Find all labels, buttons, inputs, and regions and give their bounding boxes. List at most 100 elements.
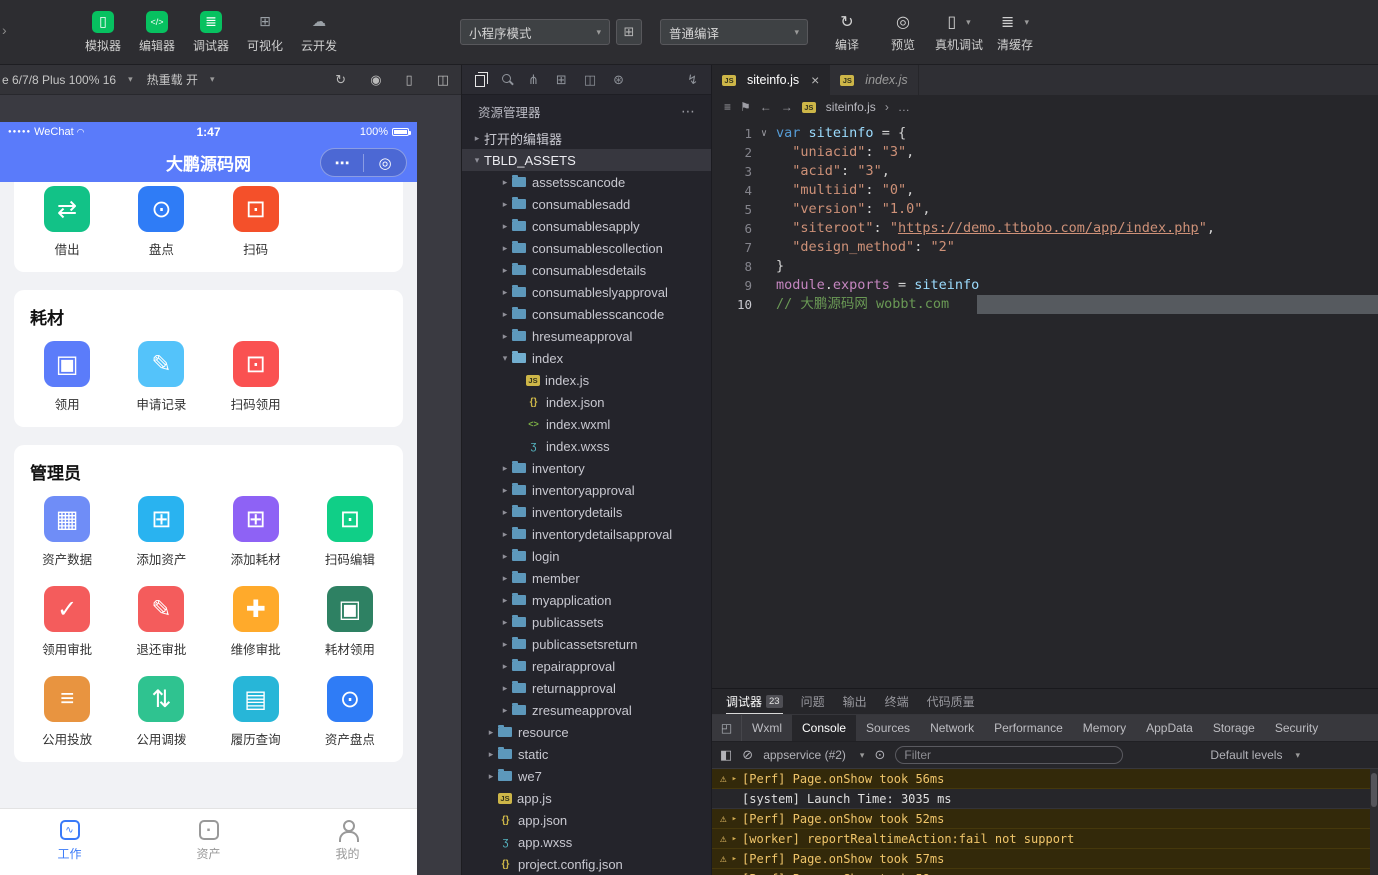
tree-item-consumablesapply[interactable]: ▸consumablesapply [462, 215, 711, 237]
tree-item-consumableslyapproval[interactable]: ▸consumableslyapproval [462, 281, 711, 303]
devtools-tab-Network[interactable]: Network [920, 715, 984, 741]
devtools-tab-Console[interactable]: Console [792, 715, 856, 741]
phone-icon[interactable]: ▯ [406, 72, 413, 88]
console-sidebar-icon[interactable]: ◧ [720, 747, 732, 763]
app-item-扫码[interactable]: ⊡扫码 [209, 186, 303, 258]
record-icon[interactable]: ◉ [370, 72, 381, 88]
file-app.js[interactable]: JSapp.js [462, 787, 711, 809]
panel-tab-终端[interactable]: 终端 [885, 689, 909, 714]
hot-reload-toggle[interactable]: 热重载 开 ▾ [147, 71, 215, 88]
app-item-领用审批[interactable]: ✓领用审批 [20, 586, 114, 658]
expand-icon[interactable]: ▸ [732, 854, 737, 864]
expand-icon[interactable]: ▸ [732, 834, 737, 844]
app-item-扫码编辑[interactable]: ⊡扫码编辑 [303, 496, 397, 568]
split-editor-icon[interactable]: ◫ [584, 72, 596, 88]
rotate-icon[interactable]: ↻ [335, 72, 346, 88]
execution-context-select[interactable]: appservice (#2) ▾ [763, 748, 864, 762]
app-item-资产数据[interactable]: ▦资产数据 [20, 496, 114, 568]
device-select[interactable]: e 6/7/8 Plus 100% 16 ▾ [2, 73, 133, 87]
devtools-tab-Wxml[interactable]: Wxml [742, 715, 792, 741]
file-app.json[interactable]: {}app.json [462, 809, 711, 831]
layout-grid-button[interactable]: ⊞ [616, 19, 642, 45]
editor-tab-index.js[interactable]: JSindex.js [830, 65, 918, 95]
tabbar-item-资产[interactable]: ▪资产 [139, 809, 278, 875]
search-icon[interactable] [502, 76, 511, 83]
tree-item-publicassets[interactable]: ▸publicassets [462, 611, 711, 633]
app-item-盘点[interactable]: ⊙盘点 [114, 186, 208, 258]
tree-item-repairapproval[interactable]: ▸repairapproval [462, 655, 711, 677]
tree-item-resource[interactable]: ▸resource [462, 721, 711, 743]
eye-icon[interactable]: ⊙ [874, 747, 885, 763]
expand-icon[interactable]: ▸ [732, 814, 737, 824]
git-branch-icon[interactable]: ⋔ [528, 72, 539, 88]
compile-mode-select[interactable]: 普通编译 ▾ [660, 19, 808, 45]
action-编译[interactable]: ↻编译 [822, 11, 872, 53]
tree-item-inventoryapproval[interactable]: ▸inventoryapproval [462, 479, 711, 501]
tree-item-assetsscancode[interactable]: ▸assetsscancode [462, 171, 711, 193]
tree-item-zresumeapproval[interactable]: ▸zresumeapproval [462, 699, 711, 721]
tree-item-static[interactable]: ▸static [462, 743, 711, 765]
tree-item-we7[interactable]: ▸we7 [462, 765, 711, 787]
panel-tab-代码质量[interactable]: 代码质量 [927, 689, 975, 714]
app-item-扫码领用[interactable]: ⊡扫码领用 [209, 341, 303, 413]
toolbar-button-调试器[interactable]: ≣调试器 [186, 11, 236, 54]
tree-item-打开的编辑器[interactable]: ▸打开的编辑器 [462, 127, 711, 149]
nav-back-icon[interactable]: ← [760, 100, 772, 114]
tree-item-consumablesadd[interactable]: ▸consumablesadd [462, 193, 711, 215]
console-log-row[interactable]: ⚠▸[Perf] Page.onShow took 58ms [712, 869, 1378, 875]
toolbar-button-可视化[interactable]: ⊞可视化 [240, 11, 290, 54]
tree-item-member[interactable]: ▸member [462, 567, 711, 589]
inspect-element-icon[interactable]: ◰ [712, 715, 742, 741]
toolbar-button-编辑器[interactable]: </>编辑器 [132, 11, 182, 54]
app-item-履历查询[interactable]: ▤履历查询 [209, 676, 303, 748]
mode-select[interactable]: 小程序模式 ▾ [460, 19, 610, 45]
tree-item-publicassetsreturn[interactable]: ▸publicassetsreturn [462, 633, 711, 655]
devtools-tab-Performance[interactable]: Performance [984, 715, 1073, 741]
code-url-link[interactable]: https://demo.ttbobo.com/app/index.php [898, 220, 1199, 236]
app-item-退还审批[interactable]: ✎退还审批 [114, 586, 208, 658]
tree-item-inventory[interactable]: ▸inventory [462, 457, 711, 479]
tree-item-returnapproval[interactable]: ▸returnapproval [462, 677, 711, 699]
breadcrumb-ellipsis[interactable]: … [898, 100, 910, 114]
toolbar-button-模拟器[interactable]: ▯模拟器 [78, 11, 128, 54]
log-levels-select[interactable]: Default levels ▾ [1210, 748, 1300, 762]
tree-item-inventorydetailsapproval[interactable]: ▸inventorydetailsapproval [462, 523, 711, 545]
panel-tab-输出[interactable]: 输出 [843, 689, 867, 714]
file-index.json[interactable]: {}index.json [462, 391, 711, 413]
console-filter-input[interactable] [895, 746, 1123, 764]
editor-tab-siteinfo.js[interactable]: JSsiteinfo.js× [712, 65, 830, 95]
panel-tab-调试器[interactable]: 调试器23 [726, 689, 783, 714]
tree-item-hresumeapproval[interactable]: ▸hresumeapproval [462, 325, 711, 347]
console-log-row[interactable]: ⚠▸[Perf] Page.onShow took 56ms [712, 769, 1378, 789]
console-log-row[interactable]: [system] Launch Time: 3035 ms [712, 789, 1378, 809]
toolbar-button-云开发[interactable]: ☁云开发 [294, 11, 344, 54]
file-index.wxss[interactable]: ʒindex.wxss [462, 435, 711, 457]
devtools-tab-Memory[interactable]: Memory [1073, 715, 1136, 741]
more-actions-icon[interactable]: ⋯ [681, 103, 695, 120]
windows-icon[interactable]: ◫ [437, 72, 449, 88]
file-project.config.json[interactable]: {}project.config.json [462, 853, 711, 875]
expand-icon[interactable]: ▸ [732, 774, 737, 784]
panel-tab-问题[interactable]: 问题 [801, 689, 825, 714]
nav-forward-icon[interactable]: → [781, 100, 793, 114]
devtools-tab-Storage[interactable]: Storage [1203, 715, 1265, 741]
tree-item-index[interactable]: ▾index [462, 347, 711, 369]
file-app.wxss[interactable]: ʒapp.wxss [462, 831, 711, 853]
breadcrumb-file[interactable]: JS siteinfo.js [802, 100, 876, 114]
collapse-chevron-icon[interactable]: › [2, 22, 16, 38]
tabbar-item-我的[interactable]: 我的 [278, 809, 417, 875]
action-预览[interactable]: ◎预览 [878, 11, 928, 53]
console-log-row[interactable]: ⚠▸[Perf] Page.onShow took 57ms [712, 849, 1378, 869]
app-item-耗材领用[interactable]: ▣耗材领用 [303, 586, 397, 658]
file-index.js[interactable]: JSindex.js [462, 369, 711, 391]
plug-icon[interactable]: ↯ [687, 72, 698, 88]
scrollbar[interactable] [1370, 769, 1378, 875]
tree-item-login[interactable]: ▸login [462, 545, 711, 567]
tree-item-consumablesscancode[interactable]: ▸consumablesscancode [462, 303, 711, 325]
tree-item-consumablesdetails[interactable]: ▸consumablesdetails [462, 259, 711, 281]
action-真机调试[interactable]: ▯▾真机调试 [934, 11, 984, 53]
bookmark-icon[interactable]: ⚑ [740, 100, 751, 114]
console-log-row[interactable]: ⚠▸[worker] reportRealtimeAction:fail not… [712, 829, 1378, 849]
devtools-tab-Security[interactable]: Security [1265, 715, 1328, 741]
clear-console-icon[interactable]: ⊘ [742, 747, 753, 763]
